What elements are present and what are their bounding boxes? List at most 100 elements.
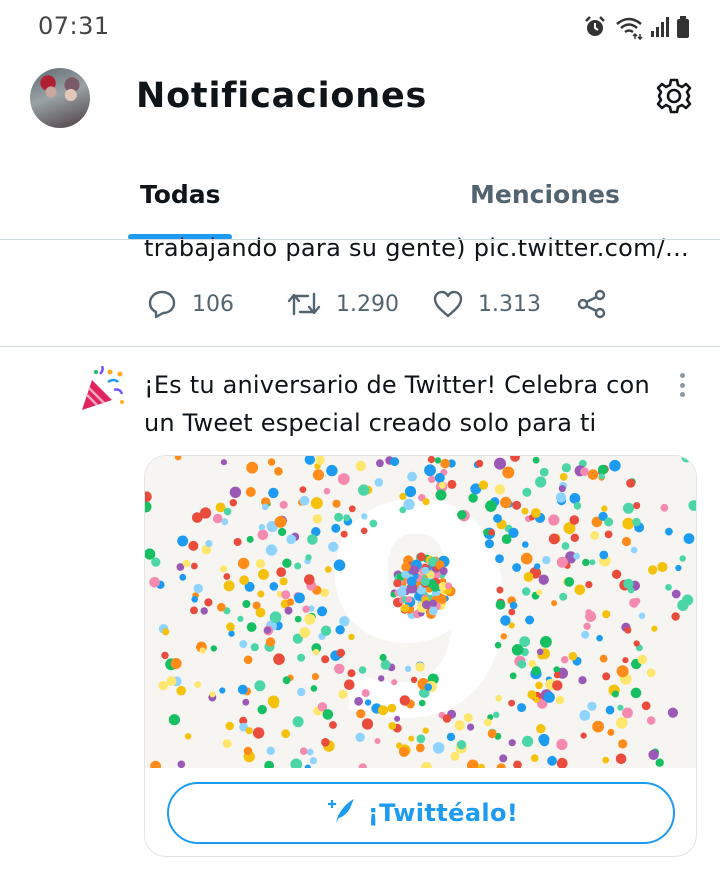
confetti-dot — [511, 644, 524, 656]
confetti-dot — [410, 676, 418, 683]
profile-avatar[interactable] — [30, 68, 90, 128]
tab-mentions[interactable]: Menciones — [470, 180, 620, 209]
confetti-dot — [581, 630, 590, 639]
confetti-dot — [543, 691, 555, 703]
confetti-dot — [228, 630, 235, 637]
confetti-dot — [488, 529, 495, 536]
confetti-dot — [297, 687, 306, 697]
confetti-dot — [145, 501, 152, 513]
confetti-dot — [496, 586, 504, 594]
confetti-dot — [428, 475, 436, 484]
confetti-dot — [321, 655, 330, 664]
confetti-dot — [286, 534, 296, 545]
confetti-dot — [302, 605, 310, 613]
confetti-dot — [421, 566, 430, 575]
confetti-dot — [485, 500, 497, 512]
confetti-dot — [242, 600, 251, 608]
confetti-dot — [388, 722, 397, 730]
confetti-dot — [525, 615, 535, 625]
confetti-dot — [290, 758, 303, 768]
confetti-dot — [245, 727, 253, 735]
confetti-dot — [438, 481, 446, 489]
confetti-dot — [255, 607, 266, 618]
confetti-dot — [633, 502, 641, 510]
confetti-dot — [274, 467, 283, 476]
confetti-dot — [585, 611, 597, 622]
confetti-dot — [500, 496, 512, 509]
alarm-icon — [582, 14, 608, 40]
confetti-dot — [495, 554, 504, 564]
confetti-dot — [552, 680, 563, 691]
confetti-dot — [583, 622, 591, 630]
confetti-dot — [539, 467, 549, 477]
confetti-dot — [487, 729, 497, 739]
confetti-dot — [655, 758, 664, 767]
confetti-dot — [622, 707, 633, 719]
confetti-dot — [294, 562, 302, 570]
reply-button[interactable]: 106 — [146, 284, 234, 324]
confetti-dot — [587, 701, 597, 711]
confetti-dot — [158, 680, 168, 691]
confetti-dot — [193, 583, 203, 594]
confetti-dot — [582, 558, 590, 567]
confetti-dot — [463, 713, 473, 723]
confetti-dot — [176, 685, 186, 696]
confetti-dot — [422, 498, 430, 506]
confetti-dot — [310, 497, 323, 510]
confetti-dot — [284, 606, 293, 615]
tab-all[interactable]: Todas — [140, 180, 221, 209]
confetti-dot — [424, 683, 433, 691]
confetti-dot — [282, 558, 292, 568]
confetti-dot — [177, 760, 186, 768]
settings-button[interactable] — [650, 74, 698, 122]
confetti-dot — [239, 640, 248, 649]
confetti-dot — [445, 582, 452, 590]
confetti-dot — [422, 600, 431, 610]
like-button[interactable]: 1.313 — [432, 284, 541, 324]
confetti-dot — [309, 757, 317, 765]
confetti-dot — [321, 738, 330, 747]
confetti-dot — [450, 751, 460, 761]
confetti-dot — [229, 499, 237, 507]
confetti-dot — [343, 514, 351, 522]
confetti-dot — [602, 672, 611, 681]
confetti-dot — [532, 456, 540, 464]
confetti-dot — [184, 733, 192, 740]
confetti-dot — [338, 689, 348, 699]
confetti-dot — [509, 672, 517, 680]
confetti-dot — [418, 699, 426, 707]
confetti-dot — [569, 515, 580, 525]
anniversary-image: 9 — [145, 456, 696, 768]
retweet-button[interactable]: 1.290 — [286, 284, 399, 324]
confetti-dot — [456, 740, 467, 750]
confetti-dot — [660, 503, 669, 512]
confetti-dot — [493, 711, 500, 718]
tweet-it-button[interactable]: ¡Twittéalo! — [167, 782, 675, 844]
confetti-dot — [393, 579, 402, 588]
confetti-dot — [561, 656, 569, 664]
confetti-dot — [406, 576, 417, 587]
confetti-dot — [535, 681, 543, 690]
confetti-dot — [168, 714, 180, 726]
confetti-dot — [337, 473, 350, 485]
confetti-dot — [226, 622, 235, 632]
confetti-dot — [274, 516, 287, 528]
confetti-dot — [229, 486, 242, 498]
confetti-dot — [281, 590, 291, 600]
confetti-dot — [334, 512, 344, 522]
confetti-dot — [304, 456, 315, 465]
confetti-dot — [404, 486, 417, 498]
confetti-dot — [188, 540, 199, 551]
confetti-dot — [246, 461, 259, 474]
confetti-dot — [568, 651, 578, 661]
confetti-dot — [688, 500, 696, 511]
more-options-button[interactable] — [672, 370, 692, 400]
confetti-dot — [665, 527, 673, 536]
confetti-dot — [204, 598, 213, 607]
share-button[interactable] — [576, 284, 608, 324]
confetti-dot — [258, 568, 269, 580]
confetti-dot — [512, 500, 522, 510]
confetti-dot — [630, 687, 642, 699]
wifi-icon — [614, 14, 644, 40]
confetti-dot — [522, 587, 531, 596]
